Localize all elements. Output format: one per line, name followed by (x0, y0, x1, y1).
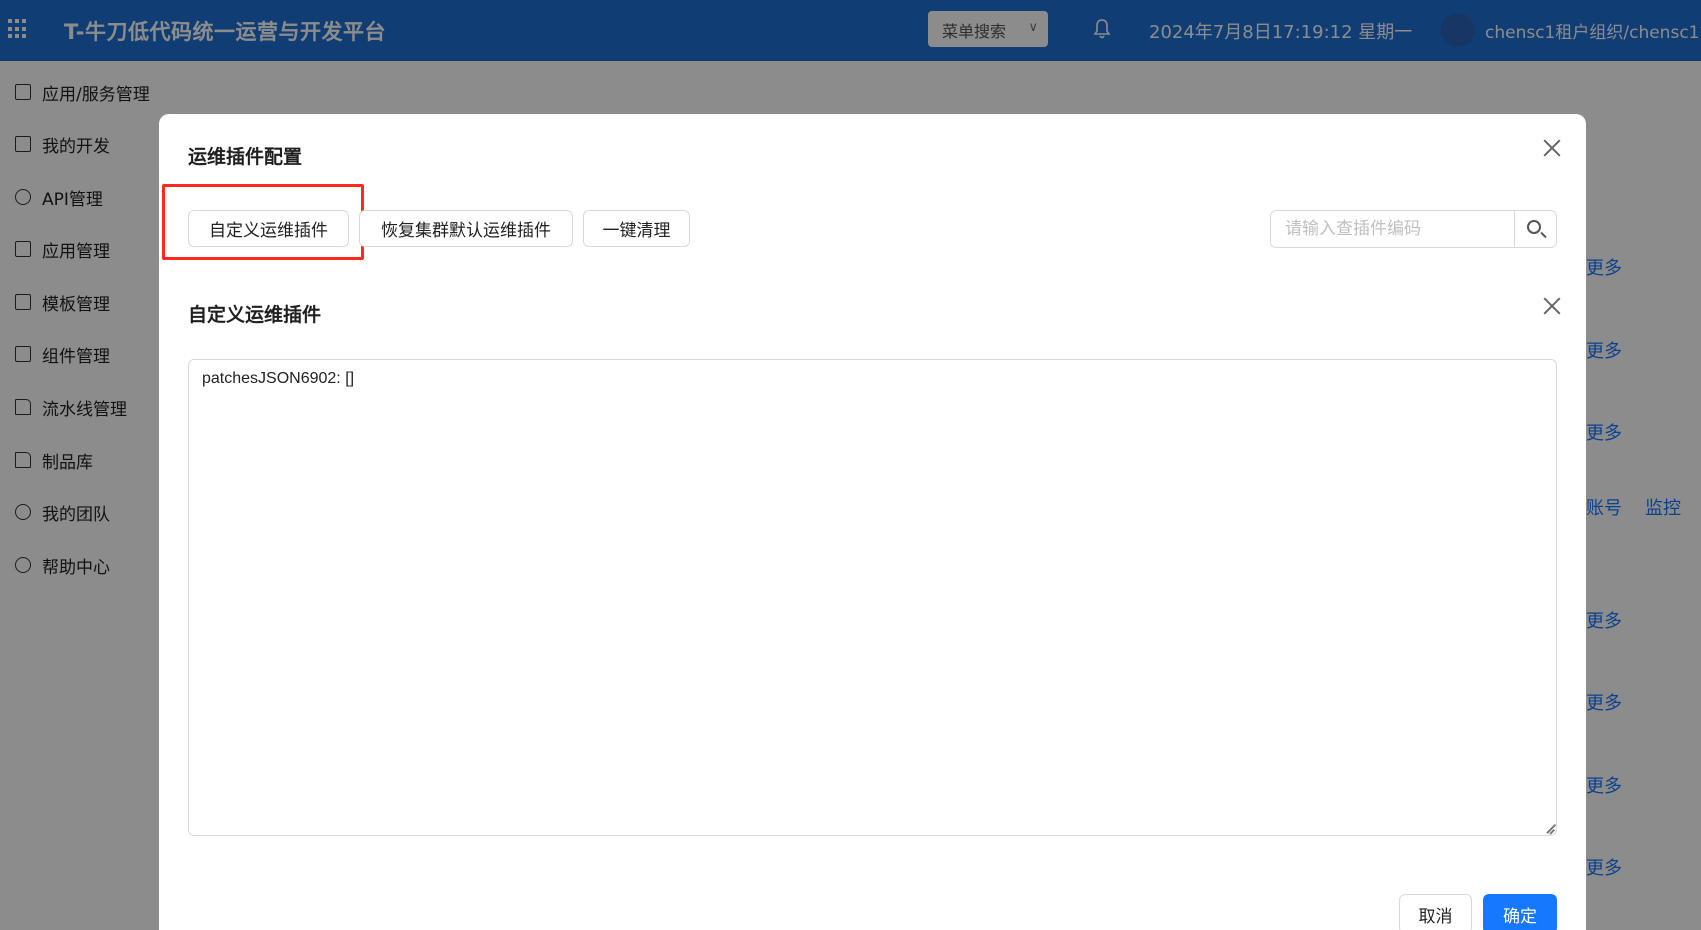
search-icon (1527, 220, 1541, 234)
close-icon[interactable] (1543, 297, 1561, 315)
plugin-yaml-editor[interactable] (188, 359, 1557, 836)
modal-title: 运维插件配置 (188, 146, 303, 168)
custom-plugin-button[interactable]: 自定义运维插件 (188, 210, 349, 247)
search-button[interactable] (1514, 211, 1556, 247)
plugin-search-input[interactable] (1271, 211, 1514, 247)
plugin-search (1270, 210, 1557, 248)
confirm-button[interactable]: 确定 (1483, 894, 1557, 930)
custom-plugin-modal: 自定义运维插件 取消 确定 (159, 272, 1586, 930)
restore-default-plugin-button[interactable]: 恢复集群默认运维插件 (359, 210, 573, 247)
modal-title: 自定义运维插件 (188, 304, 322, 326)
close-icon[interactable] (1543, 139, 1561, 157)
resize-handle-icon[interactable] (1546, 824, 1555, 833)
one-click-clear-button[interactable]: 一键清理 (583, 210, 690, 247)
cancel-button[interactable]: 取消 (1399, 894, 1472, 930)
